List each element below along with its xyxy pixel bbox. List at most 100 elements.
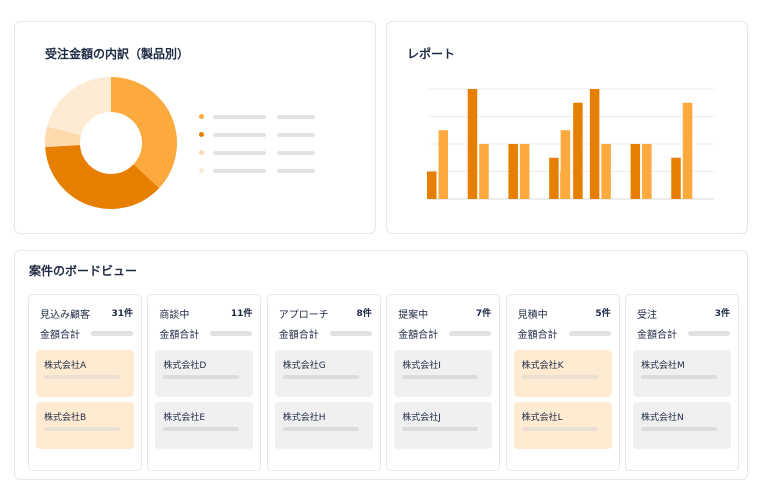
legend-swatch: [199, 150, 204, 155]
deal-detail-placeholder: [521, 427, 598, 431]
deal-detail-placeholder: [282, 427, 359, 431]
board-column: 提案中 7件金額合計株式会社I 株式会社J: [386, 294, 501, 471]
legend-item: [199, 146, 329, 164]
deal-company-name: 株式会社A: [44, 361, 87, 371]
legend-value-placeholder: [277, 169, 315, 173]
legend-value-placeholder: [277, 133, 315, 137]
deal-company-name: 株式会社G: [282, 361, 326, 371]
report-bar-chart: [427, 88, 714, 200]
legend-label-placeholder: [213, 169, 266, 173]
bar-series3-3: [560, 171, 570, 199]
deal-detail-placeholder: [44, 427, 120, 431]
donut-chart: [45, 77, 177, 210]
report-card: レポート: [386, 21, 748, 234]
bar-series2-0: [438, 130, 448, 199]
deal-card[interactable]: 株式会社G: [274, 350, 373, 397]
column-total-label: 金額合計: [517, 330, 558, 341]
column-total-value-placeholder: [91, 331, 133, 336]
deal-detail-placeholder: [521, 375, 598, 379]
deal-detail-placeholder: [402, 375, 479, 379]
bar-series2-4: [601, 144, 611, 199]
column-total-value-placeholder: [568, 331, 611, 336]
column-total-label: 金額合計: [278, 330, 319, 341]
deal-detail-placeholder: [163, 427, 240, 431]
column-count-badge: 7件: [475, 309, 492, 319]
legend-value-placeholder: [277, 151, 315, 155]
column-title: アプローチ: [278, 310, 329, 321]
bar-series1-0: [427, 171, 437, 199]
bar-series1-4: [589, 89, 600, 199]
deal-card[interactable]: 株式会社I: [394, 350, 493, 397]
deal-company-name: 株式会社I: [402, 361, 441, 371]
column-title: 商談中: [159, 310, 190, 321]
legend-value-placeholder: [277, 115, 315, 119]
bar-series2-1: [479, 144, 489, 199]
column-total-label: 金額合計: [40, 330, 80, 341]
bar-series1-1: [467, 89, 478, 199]
deal-detail-placeholder: [282, 375, 359, 379]
column-title: 提案中: [398, 310, 429, 321]
bar-series2-2: [519, 144, 530, 199]
donut-chart-title: 受注金額の内訳（製品別）: [45, 47, 190, 61]
column-count-badge: 5件: [595, 309, 611, 319]
legend-item: [199, 110, 329, 128]
deal-detail-placeholder: [641, 375, 717, 379]
deal-card[interactable]: 株式会社D: [155, 350, 254, 397]
legend-swatch: [199, 132, 204, 137]
bar-series2-6: [682, 102, 693, 199]
board-column: 商談中 11件 金額合計 株式会社D 株式会社E: [147, 294, 262, 471]
deal-detail-placeholder: [44, 375, 120, 379]
deal-company-name: 株式会社N: [641, 413, 684, 423]
deal-detail-placeholder: [163, 375, 240, 379]
deal-company-name: 株式会社M: [641, 361, 685, 371]
column-total-value-placeholder: [329, 331, 372, 336]
deal-detail-placeholder: [402, 427, 479, 431]
deal-company-name: 株式会社H: [282, 413, 326, 423]
deal-card[interactable]: 株式会社B: [36, 402, 134, 449]
legend-label-placeholder: [213, 151, 266, 155]
legend-swatch: [199, 114, 204, 119]
board-title: 案件のボードビュー: [29, 264, 138, 278]
bar-extra-3: [573, 102, 583, 199]
deal-card[interactable]: 株式会社J: [394, 402, 493, 449]
column-total-value-placeholder: [210, 331, 253, 336]
legend-item: [199, 164, 329, 182]
column-total-value-placeholder: [449, 331, 492, 336]
deal-card[interactable]: 株式会社E: [155, 402, 254, 449]
deal-card[interactable]: 株式会社A: [36, 350, 134, 397]
board-column: 見込み顧客 31件 金額合計 株式会社A 株式会社B: [28, 294, 142, 471]
column-title: 受注: [637, 310, 657, 321]
board-column: アプローチ 8件 金額合計 株式会社G 株式会社H: [266, 294, 381, 471]
deal-card[interactable]: 株式会社H: [274, 402, 373, 449]
column-count-badge: 31件: [111, 309, 133, 319]
deal-card[interactable]: 株式会社K: [513, 350, 612, 397]
deal-card[interactable]: 株式会社L: [513, 402, 612, 449]
donut-chart-card: 受注金額の内訳（製品別）: [14, 21, 376, 234]
donut-slice-1: [111, 77, 177, 189]
deal-company-name: 株式会社L: [521, 413, 563, 423]
deal-company-name: 株式会社E: [163, 413, 206, 423]
bar-series2-5: [642, 144, 652, 199]
deal-company-name: 株式会社J: [402, 413, 441, 423]
legend-label-placeholder: [213, 115, 266, 119]
legend-item: [199, 128, 329, 146]
deal-company-name: 株式会社K: [521, 361, 564, 371]
deal-detail-placeholder: [641, 427, 717, 431]
deal-card[interactable]: 株式会社M: [633, 350, 731, 397]
legend-swatch: [199, 168, 204, 173]
deal-company-name: 株式会社D: [163, 361, 207, 371]
deal-card[interactable]: 株式会社N: [633, 402, 731, 449]
bar-series1-3: [549, 157, 559, 199]
legend-label-placeholder: [213, 133, 266, 137]
donut-legend: [199, 110, 329, 182]
column-title: 見積中: [517, 310, 548, 321]
column-total-label: 金額合計: [637, 330, 677, 341]
column-total-label: 金額合計: [159, 330, 200, 341]
deal-board-card: 案件のボードビュー 見込み顧客 31件 金額合計 株式会社A 株式会社B 商談中 11件 金額…: [14, 250, 748, 480]
bar-series1-5: [630, 144, 641, 199]
donut-slice-4: [47, 77, 111, 136]
column-count-badge: 3件: [714, 309, 730, 319]
deal-company-name: 株式会社B: [44, 413, 87, 423]
column-total-label: 金額合計: [398, 330, 439, 341]
board-column: 見積中 5件金額合計株式会社K 株式会社L: [505, 294, 620, 471]
